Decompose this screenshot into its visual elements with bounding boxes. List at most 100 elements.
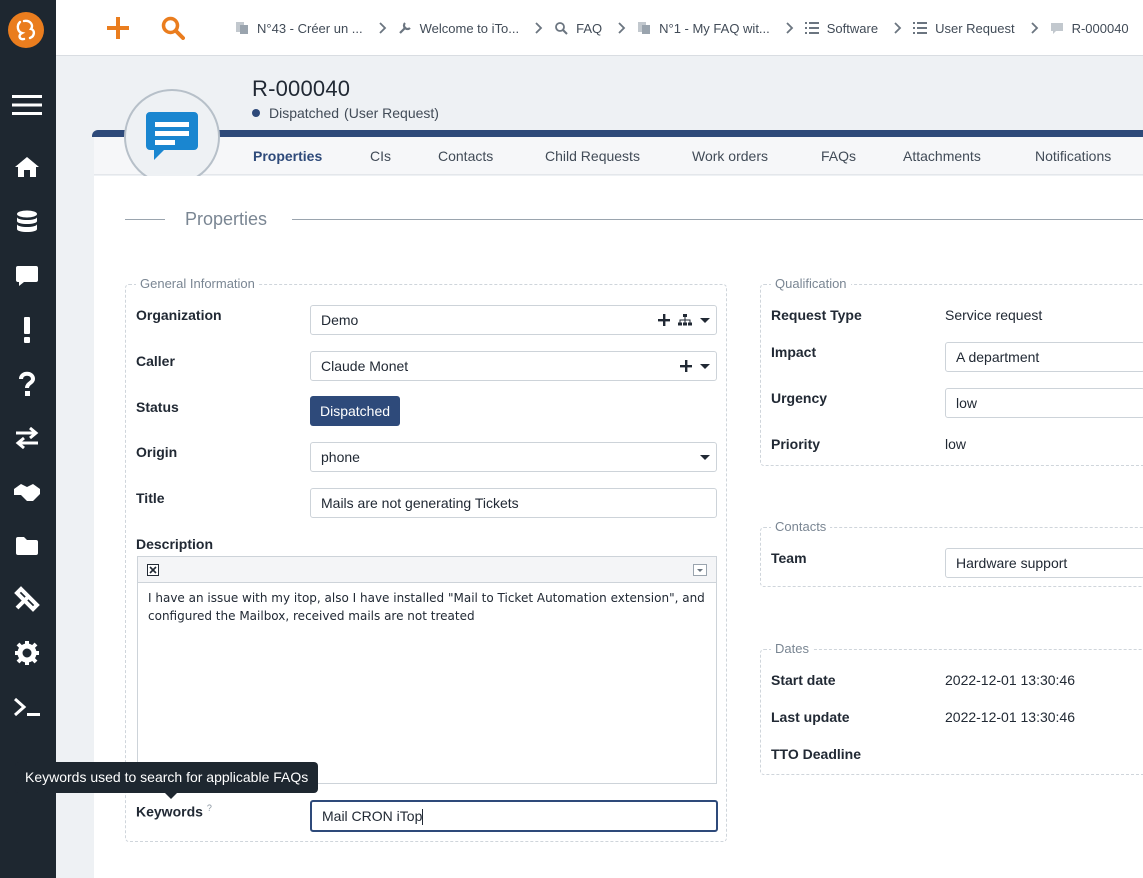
chevron-down-icon[interactable] [700, 317, 710, 323]
breadcrumb-item[interactable]: FAQ [553, 20, 602, 36]
collapse-toolbar-icon[interactable] [693, 564, 707, 576]
global-search-icon[interactable] [158, 13, 188, 43]
plus-icon[interactable] [658, 314, 670, 326]
keywords-tooltip: Keywords used to search for applicable F… [15, 762, 319, 799]
keywords-input[interactable]: Mail CRON iTop [310, 800, 718, 832]
origin-value: phone [321, 449, 360, 465]
plus-icon[interactable] [680, 360, 692, 372]
section-divider [125, 219, 165, 220]
chevron-right-icon [1030, 22, 1039, 34]
breadcrumb-item[interactable]: Welcome to iTo... [397, 20, 519, 36]
folder-icon[interactable] [12, 531, 42, 561]
editor-toolbar [138, 557, 716, 583]
chevron-right-icon [378, 22, 387, 34]
start-date-label: Start date [771, 672, 836, 688]
last-update-value: 2022-12-01 13:30:46 [945, 709, 1075, 725]
caller-actions [680, 352, 710, 380]
tab-notifications[interactable]: Notifications [1035, 137, 1111, 175]
tab-properties[interactable]: Properties [253, 137, 322, 175]
home-icon[interactable] [12, 152, 42, 182]
organization-select[interactable]: Demo [310, 305, 717, 335]
itop-logo-mark [16, 19, 36, 41]
tab-work-orders[interactable]: Work orders [692, 137, 768, 175]
chevron-down-icon[interactable] [700, 454, 710, 460]
priority-label: Priority [771, 436, 821, 452]
start-date-value: 2022-12-01 13:30:46 [945, 672, 1075, 688]
origin-select[interactable]: phone [310, 442, 717, 472]
chevron-down-icon[interactable] [700, 363, 710, 369]
tto-deadline-label: TTO Deadline [771, 746, 861, 762]
breadcrumb-label: R-000040 [1071, 20, 1129, 36]
tab-attachments[interactable]: Attachments [903, 137, 981, 175]
breadcrumb: N°43 - Créer un ... Welcome to iTo... FA… [234, 0, 1129, 56]
exclamation-icon[interactable] [12, 315, 42, 345]
request-type-label: Request Type [771, 307, 862, 323]
breadcrumb-item[interactable]: N°43 - Créer un ... [234, 20, 363, 36]
chevron-right-icon [786, 22, 794, 34]
breadcrumb-label: User Request [935, 20, 1015, 36]
breadcrumb-label: Welcome to iTo... [419, 20, 520, 36]
breadcrumb-item[interactable]: Software [804, 20, 878, 36]
tab-faqs[interactable]: FAQs [821, 137, 856, 175]
urgency-value: low [956, 395, 978, 411]
keywords-label: Keywords? [136, 803, 212, 820]
title-input[interactable]: Mails are not generating Tickets [310, 488, 717, 518]
origin-actions [700, 443, 710, 471]
title-value: Mails are not generating Tickets [321, 495, 519, 511]
impact-label: Impact [771, 344, 817, 360]
breadcrumb-item[interactable]: User Request [912, 20, 1015, 36]
fieldset-legend: Dates [771, 641, 813, 656]
question-icon[interactable] [12, 369, 42, 399]
tab-child-requests[interactable]: Child Requests [545, 137, 640, 175]
help-icon[interactable]: ? [207, 803, 212, 813]
status-dot [252, 109, 260, 117]
chat-icon[interactable] [12, 261, 42, 291]
organization-value: Demo [321, 312, 359, 328]
status-text: Dispatched [269, 105, 340, 121]
tools-icon[interactable] [12, 584, 42, 614]
breadcrumb-label: N°43 - Créer un ... [257, 20, 363, 36]
urgency-select[interactable]: low [945, 388, 1143, 418]
caller-value: Claude Monet [321, 358, 409, 374]
database-icon[interactable] [12, 207, 42, 237]
faq-doc-icon [636, 20, 652, 36]
menu-icon[interactable] [12, 90, 42, 120]
keywords-label-text: Keywords [136, 803, 203, 820]
description-editor[interactable]: I have an issue with my itop, also I hav… [137, 556, 717, 784]
terminal-icon[interactable] [12, 692, 42, 722]
fieldset-legend: General Information [136, 276, 259, 291]
caller-select[interactable]: Claude Monet [310, 351, 717, 381]
chevron-right-icon [618, 22, 626, 34]
tab-cis[interactable]: CIs [370, 137, 391, 175]
ticket-icon [1049, 20, 1065, 36]
caller-label: Caller [136, 353, 175, 369]
breadcrumb-label: FAQ [576, 20, 603, 36]
tab-contacts[interactable]: Contacts [438, 137, 493, 175]
origin-label: Origin [136, 444, 178, 460]
maximize-icon[interactable] [147, 564, 159, 576]
object-class: (User Request) [344, 105, 439, 121]
handshake-icon[interactable] [12, 477, 42, 507]
breadcrumb-item[interactable]: R-000040 [1049, 20, 1129, 36]
hierarchy-icon[interactable] [678, 314, 692, 326]
object-icon [124, 89, 220, 185]
new-object-icon[interactable] [103, 13, 133, 43]
list-icon [912, 20, 928, 36]
status-label: Status [136, 399, 179, 415]
top-bar: N°43 - Créer un ... Welcome to iTo... FA… [56, 0, 1143, 56]
team-label: Team [771, 550, 807, 566]
organization-label: Organization [136, 307, 222, 323]
impact-select[interactable]: A department [945, 342, 1143, 372]
user-request-icon [146, 112, 198, 160]
team-select[interactable]: Hardware support [945, 548, 1143, 578]
exchange-icon[interactable] [12, 423, 42, 453]
sidebar [0, 0, 56, 878]
breadcrumb-item[interactable]: N°1 - My FAQ wit... [636, 20, 770, 36]
impact-value: A department [956, 349, 1040, 365]
request-type-value: Service request [945, 307, 1043, 323]
page-title: R-000040 [252, 76, 351, 101]
gear-icon[interactable] [12, 638, 42, 668]
search-icon [553, 20, 569, 36]
wrench-icon [397, 20, 413, 36]
itop-logo[interactable] [8, 12, 44, 48]
